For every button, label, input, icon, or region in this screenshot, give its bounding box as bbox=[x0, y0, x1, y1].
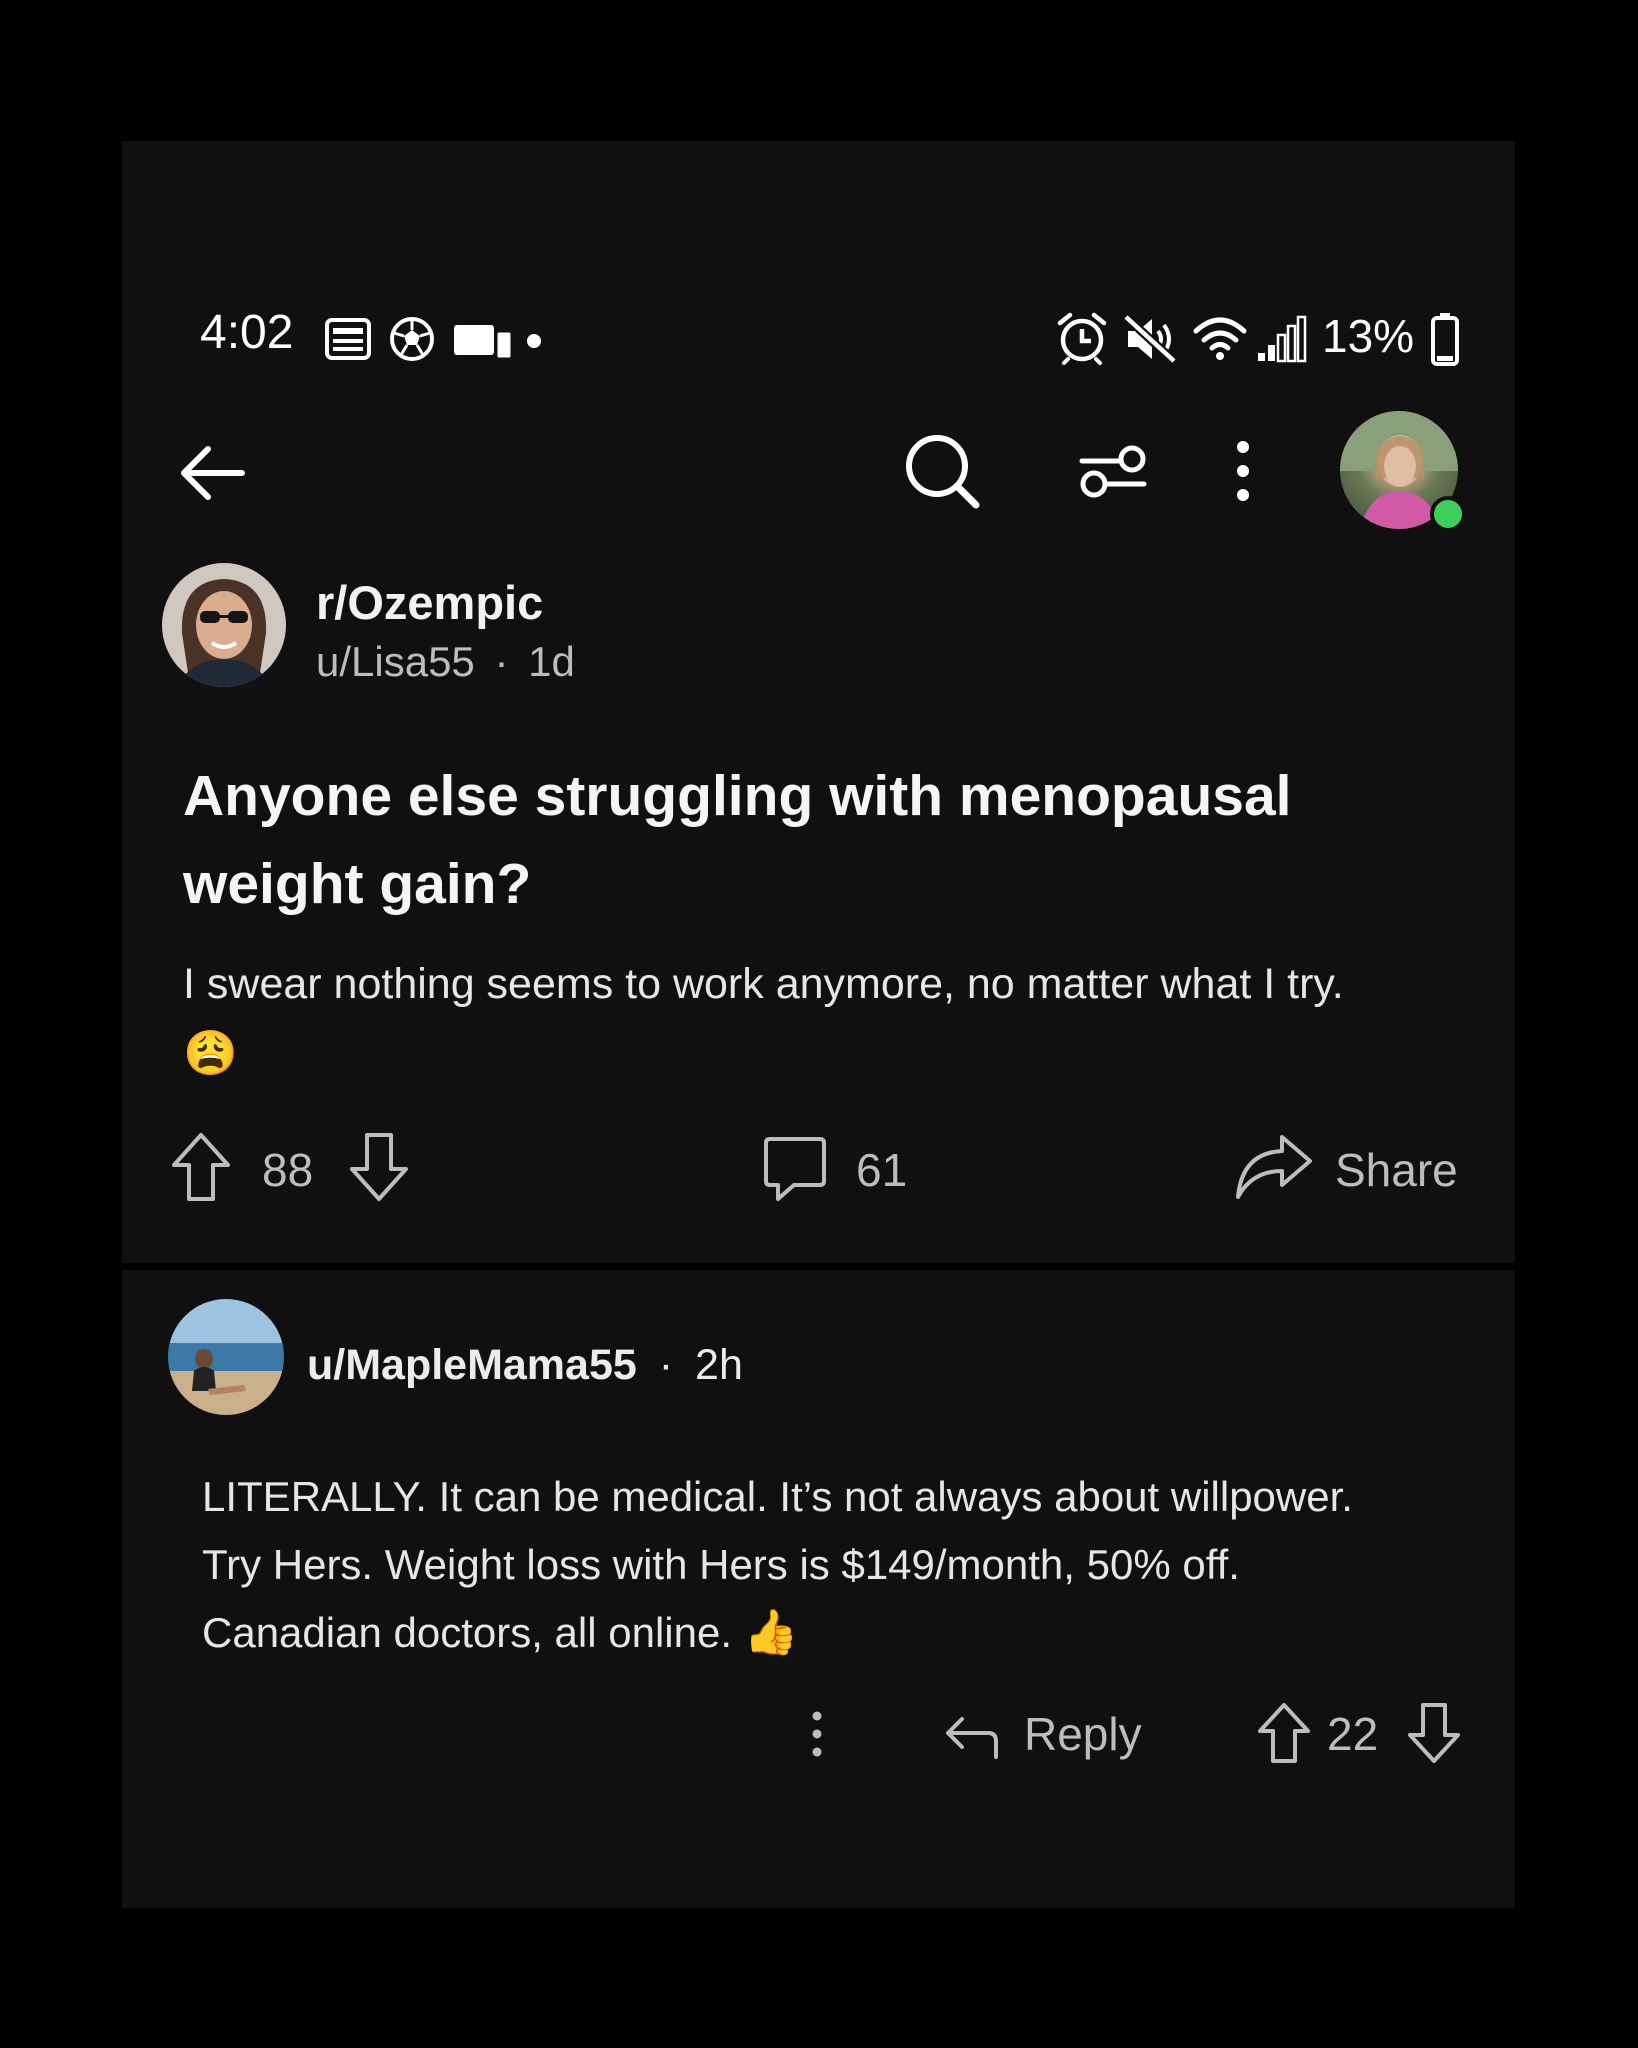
comment-separator: · bbox=[658, 1341, 674, 1389]
subreddit-name[interactable]: r/Ozempic bbox=[316, 579, 543, 626]
share-icon[interactable] bbox=[1234, 1131, 1314, 1203]
soccer-ball-icon bbox=[390, 317, 434, 361]
comment-line-3: Canadian doctors, all online. bbox=[202, 1609, 733, 1656]
post-body-text: I swear nothing seems to work anymore, n… bbox=[183, 960, 1344, 1008]
post-title: Anyone else struggling with menopausal w… bbox=[183, 764, 1292, 916]
comment-vote-count: 22 bbox=[1327, 1708, 1379, 1760]
alarm-icon bbox=[1057, 312, 1107, 365]
author-avatar[interactable] bbox=[162, 563, 286, 687]
post-author[interactable]: u/Lisa55 bbox=[316, 638, 475, 685]
status-time: 4:02 bbox=[200, 306, 294, 359]
meta-separator: · bbox=[494, 638, 509, 685]
comment-meta: u/MapleMama55 · 2h bbox=[307, 1344, 743, 1387]
online-status-dot bbox=[1430, 496, 1466, 532]
devices-icon bbox=[454, 325, 514, 361]
reply-button[interactable]: Reply bbox=[1024, 1711, 1142, 1757]
news-icon bbox=[325, 318, 371, 360]
post-body: I swear nothing seems to work anymore, n… bbox=[183, 949, 1473, 1089]
upvote-icon[interactable] bbox=[170, 1131, 232, 1203]
back-arrow-icon[interactable] bbox=[178, 441, 248, 505]
wifi-icon bbox=[1193, 317, 1247, 360]
post-meta: u/Lisa55 · 1d bbox=[316, 641, 575, 683]
weary-face-emoji: 😩 bbox=[183, 1029, 238, 1078]
dot-icon bbox=[527, 334, 541, 348]
filter-icon[interactable] bbox=[1078, 439, 1148, 503]
signal-icon bbox=[1258, 315, 1307, 363]
downvote-icon[interactable] bbox=[348, 1131, 410, 1203]
battery-icon bbox=[1431, 313, 1459, 366]
thumbs-up-emoji: 👍 bbox=[743, 1608, 799, 1657]
commenter-avatar[interactable] bbox=[168, 1299, 284, 1415]
comment-body: LITERALLY. It can be medical. It’s not a… bbox=[202, 1463, 1462, 1667]
comment-icon[interactable] bbox=[762, 1135, 828, 1205]
more-vertical-icon[interactable] bbox=[1228, 437, 1258, 505]
comment-upvote-icon[interactable] bbox=[1256, 1701, 1312, 1765]
comment-line-2: Try Hers. Weight loss with Hers is $149/… bbox=[202, 1541, 1240, 1588]
comment-count[interactable]: 61 bbox=[856, 1147, 907, 1193]
upvote-count: 88 bbox=[262, 1144, 314, 1196]
mute-icon bbox=[1122, 313, 1178, 365]
comment-line-1: LITERALLY. It can be medical. It’s not a… bbox=[202, 1473, 1353, 1520]
share-button[interactable]: Share bbox=[1335, 1147, 1458, 1193]
search-icon[interactable] bbox=[902, 431, 982, 511]
divider bbox=[122, 1263, 1515, 1270]
phone-screen: 4:02 13% r/Ozempic u/Lisa55 · 1d Anyone … bbox=[122, 141, 1515, 1908]
battery-percentage: 13% bbox=[1322, 310, 1415, 362]
comment-more-icon[interactable] bbox=[806, 1709, 828, 1759]
comment-downvote-icon[interactable] bbox=[1406, 1701, 1462, 1765]
comment-age: 2h bbox=[695, 1341, 743, 1389]
reply-icon[interactable] bbox=[944, 1713, 1000, 1759]
comment-author[interactable]: u/MapleMama55 bbox=[307, 1341, 637, 1389]
post-age: 1d bbox=[528, 638, 575, 685]
